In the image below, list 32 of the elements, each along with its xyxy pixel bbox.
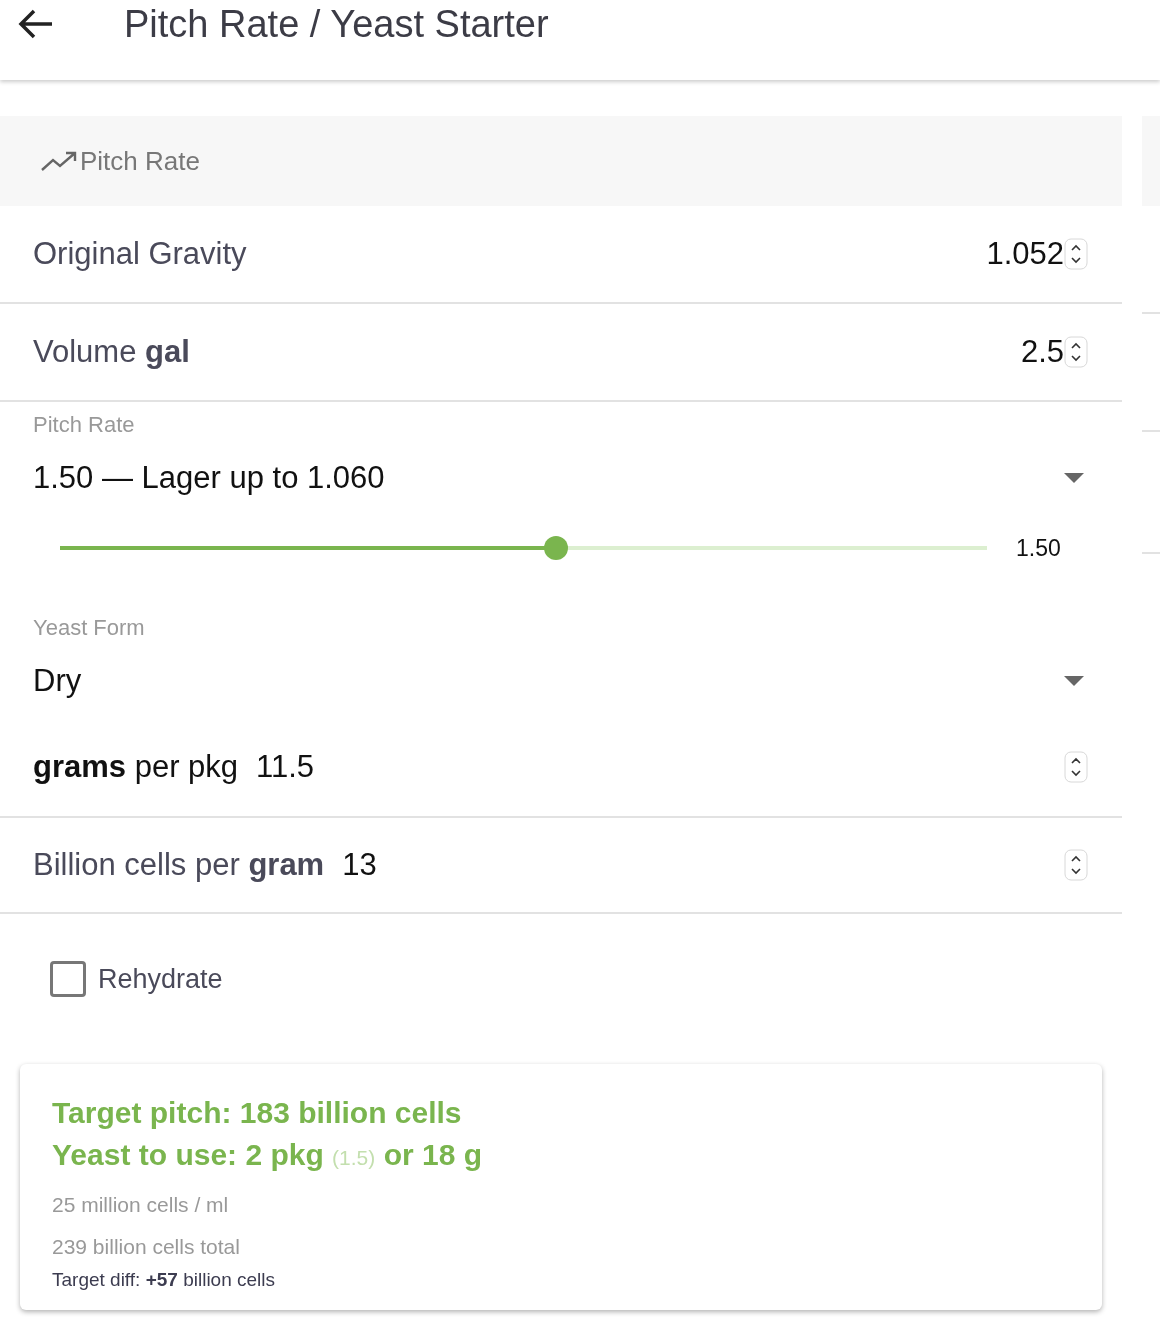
number-field[interactable]: 1.052: [986, 230, 1064, 278]
field-label: Volume gal: [33, 332, 191, 371]
back-arrow-icon[interactable]: [18, 8, 54, 40]
slider-thumb[interactable]: [543, 536, 568, 560]
page-title: Pitch Rate / Yeast Starter: [124, 2, 549, 47]
field-label: Original Gravity: [33, 234, 248, 273]
yeast-form-select[interactable]: Dry: [33, 656, 1084, 706]
yeast-to-use: Yeast to use: 2 pkg (1.5) or 18 g: [52, 1137, 483, 1173]
field-label: grams per pkg: [33, 747, 239, 786]
field-label: Pitch Rate: [33, 411, 136, 439]
stepper-icon[interactable]: [1064, 751, 1088, 783]
target-pitch: Target pitch: 183 billion cells: [52, 1095, 463, 1131]
dropdown-caret-icon: [1064, 676, 1084, 686]
field-label: Yeast Form: [33, 614, 146, 642]
field-label: Billion cells per gram: [33, 845, 325, 884]
stepper-icon[interactable]: [1064, 849, 1088, 881]
number-field[interactable]: 13: [342, 841, 1064, 889]
slider-value: 1.50: [1016, 533, 1061, 563]
dropdown-caret-icon: [1064, 473, 1084, 483]
trending-up-icon: [40, 150, 78, 172]
checkbox-label: Rehydrate: [98, 962, 223, 996]
pitch-rate-select[interactable]: 1.50 — Lager up to 1.060: [33, 453, 1084, 503]
slider-track[interactable]: [60, 546, 987, 550]
total-cells: 239 billion cells total: [52, 1230, 1102, 1262]
number-field[interactable]: 2.5: [1020, 328, 1064, 376]
cell-density: 25 million cells / ml: [52, 1192, 230, 1218]
section-title: Pitch Rate: [80, 144, 200, 178]
number-field[interactable]: 11.5: [256, 743, 1064, 791]
checkbox[interactable]: [50, 961, 86, 997]
stepper-icon[interactable]: [1064, 238, 1088, 270]
target-diff: Target diff: +57 billion cells: [52, 1268, 277, 1292]
stepper-icon[interactable]: [1064, 336, 1088, 368]
